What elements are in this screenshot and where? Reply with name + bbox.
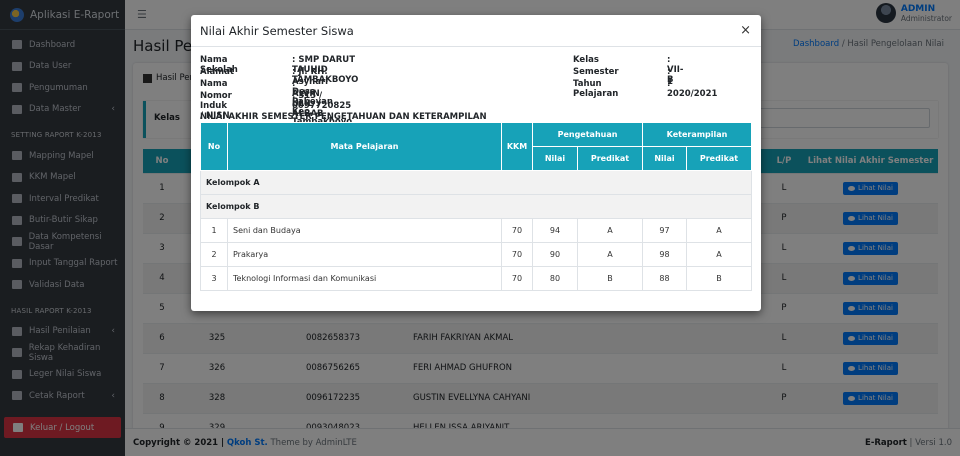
cell-k-predikat: B: [686, 266, 752, 291]
cell-kkm: 70: [501, 266, 533, 291]
table-row: 2 Prakarya 70 90 A 98 A: [200, 242, 752, 267]
cell-kkm: 70: [501, 218, 533, 243]
cell-mapel: Seni dan Budaya: [227, 218, 502, 243]
group-label: Kelompok B: [200, 194, 752, 219]
section-title: NILAI AKHIR SEMESTER PENGETAHUAN DAN KET…: [200, 112, 487, 122]
group-label: Kelompok A: [200, 170, 752, 195]
col-p-nilai: Nilai: [532, 146, 578, 171]
col-keterampilan: Keterampilan: [642, 122, 752, 147]
cell-kkm: 70: [501, 242, 533, 267]
cell-p-nilai: 80: [532, 266, 578, 291]
info-key: Nama: [200, 79, 228, 89]
cell-p-nilai: 90: [532, 242, 578, 267]
cell-mapel: Prakarya: [227, 242, 502, 267]
info-key: Alamat: [200, 67, 234, 77]
cell-p-predikat: A: [577, 242, 643, 267]
cell-k-predikat: A: [686, 218, 752, 243]
modal-title: Nilai Akhir Semester Siswa: [200, 24, 354, 38]
group-row: Kelompok A: [200, 170, 752, 195]
cell-p-predikat: B: [577, 266, 643, 291]
cell-no: 2: [200, 242, 228, 267]
grade-table: No Mata Pelajaran KKM Pengetahuan Ketera…: [200, 122, 752, 291]
cell-k-nilai: 97: [642, 218, 687, 243]
table-row: 3 Teknologi Informasi dan Komunikasi 70 80 B…: [200, 266, 752, 291]
info-key: Semester: [573, 67, 619, 77]
info-key: Kelas: [573, 55, 599, 65]
cell-mapel: Teknologi Informasi dan Komunikasi: [227, 266, 502, 291]
info-value: : 2020/2021: [667, 79, 718, 99]
cell-k-nilai: 88: [642, 266, 687, 291]
cell-p-nilai: 94: [532, 218, 578, 243]
close-icon[interactable]: ×: [740, 23, 751, 38]
table-row: 1 Seni dan Budaya 70 94 A 97 A: [200, 218, 752, 243]
cell-k-predikat: A: [686, 242, 752, 267]
cell-k-nilai: 98: [642, 242, 687, 267]
col-p-predikat: Predikat: [577, 146, 643, 171]
col-no: No: [200, 122, 228, 171]
col-mapel: Mata Pelajaran: [227, 122, 502, 171]
nilai-modal: Nilai Akhir Semester Siswa × Nama Sekola…: [191, 15, 761, 311]
cell-no: 3: [200, 266, 228, 291]
col-kkm: KKM: [501, 122, 533, 171]
col-k-predikat: Predikat: [686, 146, 752, 171]
cell-p-predikat: A: [577, 218, 643, 243]
modal-header: Nilai Akhir Semester Siswa ×: [191, 15, 761, 47]
group-row: Kelompok B: [200, 194, 752, 219]
info-value: : 315 / 0097720825: [292, 91, 352, 111]
info-key: Tahun Pelajaran: [573, 79, 619, 99]
col-pengetahuan: Pengetahuan: [532, 122, 643, 147]
cell-no: 1: [200, 218, 228, 243]
col-k-nilai: Nilai: [642, 146, 687, 171]
